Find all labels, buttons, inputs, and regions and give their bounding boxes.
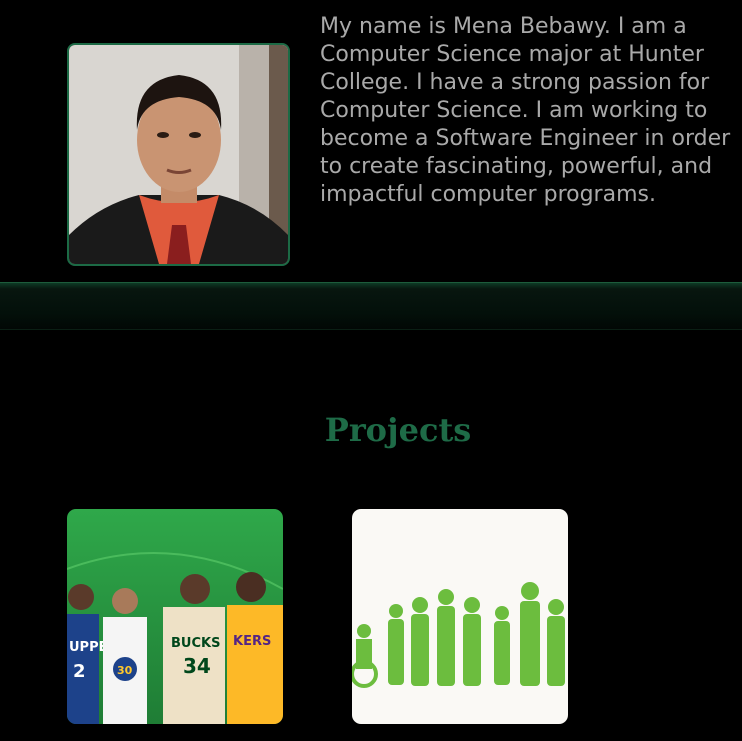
jersey-text: KERS <box>233 634 271 649</box>
bio-line: My name is Mena Bebawy. I am a <box>320 14 687 39</box>
people-silhouettes-image <box>352 582 565 688</box>
profile-photo <box>67 43 290 266</box>
projects-heading: Projects <box>324 411 472 449</box>
bio-line: Computer Science. I am working to <box>320 98 708 123</box>
bio-text: My name is Mena Bebawy. I am a Computer … <box>320 13 742 209</box>
bio-line: Computer Science major at Hunter <box>320 42 704 67</box>
jersey-text: 30 <box>117 664 133 677</box>
people-project-card[interactable] <box>352 509 568 724</box>
basketball-project-card[interactable]: UPPE 2 30 BUCKS 34 KERS <box>67 509 283 724</box>
bio-line: become a Software Engineer in order <box>320 126 731 151</box>
jersey-text: 34 <box>183 654 211 678</box>
jersey-text: 2 <box>73 661 86 682</box>
bio-line: College. I have a strong passion for <box>320 70 710 95</box>
jersey-text: UPPE <box>69 640 108 655</box>
bio-line: impactful computer programs. <box>320 182 656 207</box>
bio-line: to create fascinating, powerful, and <box>320 154 713 179</box>
profile-photo-image <box>69 45 288 264</box>
jersey-text: BUCKS <box>171 636 220 651</box>
basketball-players-image: UPPE 2 30 BUCKS 34 KERS <box>67 509 283 724</box>
section-divider <box>0 282 742 330</box>
